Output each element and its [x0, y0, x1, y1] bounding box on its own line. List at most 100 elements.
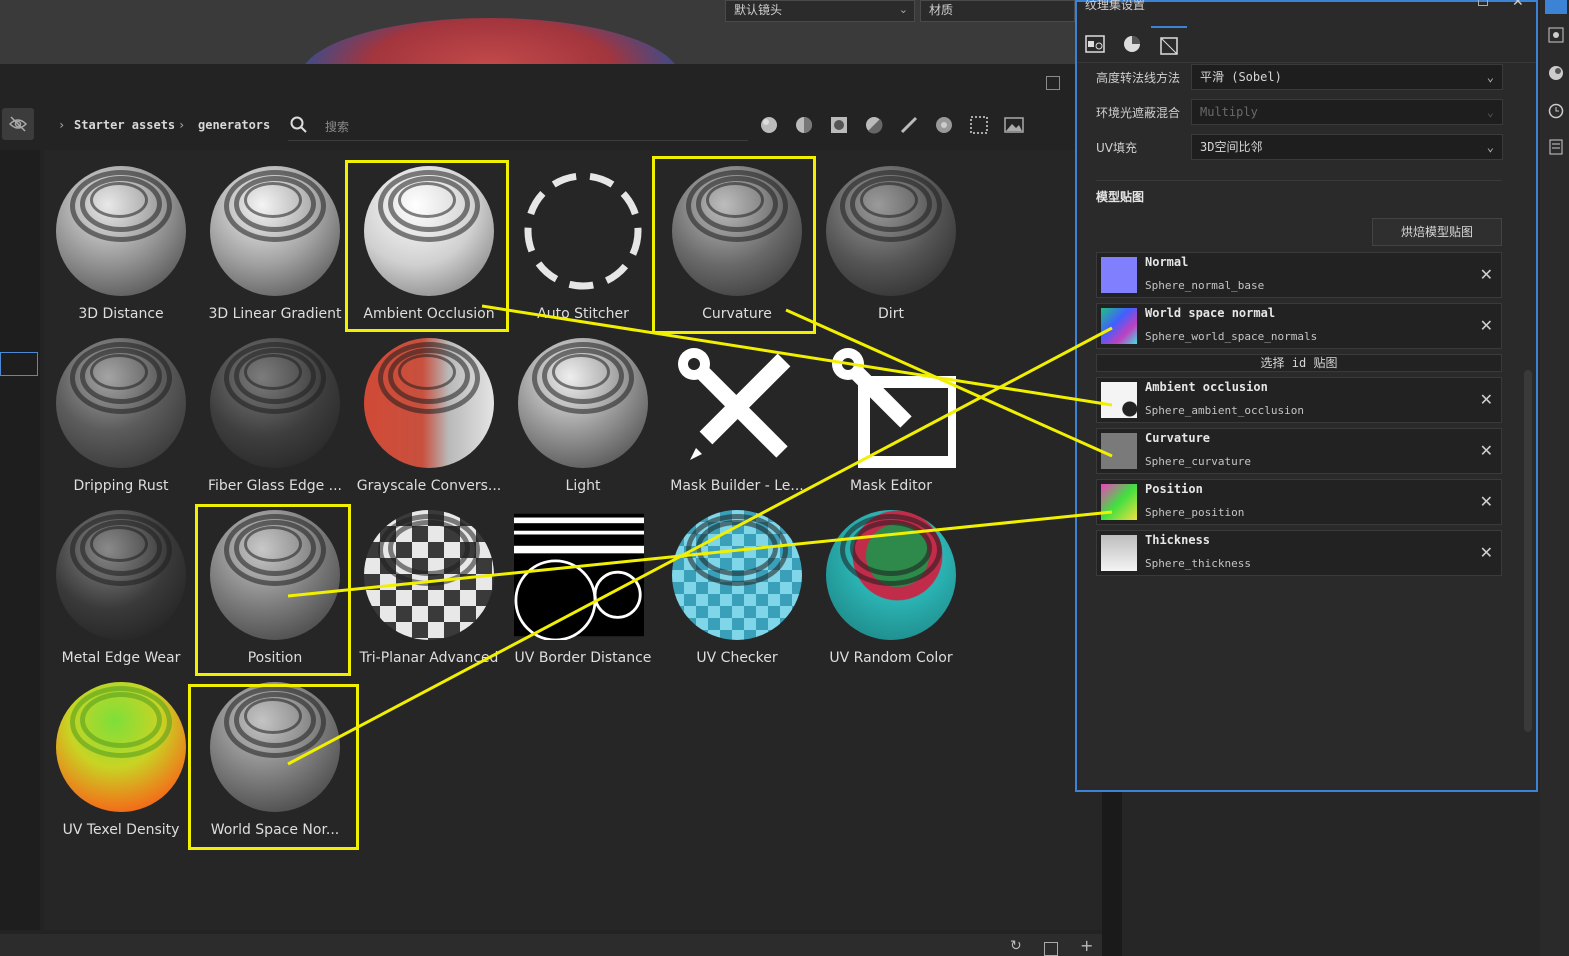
smart-mask-icon[interactable] [864, 115, 884, 135]
asset-thumbnail [56, 510, 186, 640]
asset-label: UV Random Color [829, 650, 953, 666]
mesh-map-slot-thickness[interactable]: Thickness Sphere_thickness ✕ [1096, 530, 1502, 576]
asset-tile-3d-linear-gradient[interactable]: 3D Linear Gradient [198, 152, 352, 324]
ao-blend-dropdown[interactable]: Multiply ⌄ [1191, 99, 1503, 125]
asset-thumbnail [826, 166, 956, 296]
map-name: Position [1145, 482, 1203, 496]
viewport-mesh-preview [300, 18, 680, 64]
dropdown-value: 平滑 (Sobel) [1200, 70, 1282, 84]
asset-thumbnail [210, 338, 340, 468]
chevron-down-icon: ⌄ [1486, 140, 1494, 154]
map-file: Sphere_thickness [1145, 557, 1251, 570]
asset-tile-metal-edge-wear[interactable]: Metal Edge Wear [44, 496, 198, 668]
asset-tile-dirt[interactable]: Dirt [814, 152, 968, 324]
map-file: Sphere_ambient_occlusion [1145, 404, 1304, 417]
asset-label: UV Texel Density [62, 822, 180, 838]
close-icon[interactable]: ✕ [1480, 316, 1493, 335]
search-underline [288, 140, 748, 141]
mesh-map-slot-position[interactable]: Position Sphere_position ✕ [1096, 479, 1502, 525]
uv-border-icon [514, 513, 644, 640]
mesh-map-slot-ambient-occlusion[interactable]: Ambient occlusion Sphere_ambient_occlusi… [1096, 377, 1502, 423]
add-icon[interactable]: + [1080, 936, 1093, 955]
map-swatch [1101, 535, 1137, 571]
material-dropdown[interactable]: 材质 [920, 0, 1075, 22]
asset-tile-light[interactable]: Light [506, 324, 660, 496]
ao-blend-label: 环境光遮蔽混合 [1096, 106, 1181, 120]
texture-set-tab-icon[interactable] [1077, 26, 1113, 62]
highlight-position [195, 504, 351, 676]
close-icon[interactable]: ✕ [1480, 543, 1493, 562]
map-swatch [1101, 308, 1137, 344]
asset-tile-fiber-glass-edge[interactable]: Fiber Glass Edge ... [198, 324, 352, 496]
brush-icon[interactable] [899, 115, 919, 135]
asset-tile-uv-texel-density[interactable]: UV Texel Density [44, 668, 198, 840]
wrench-pencil-icon [678, 348, 791, 460]
asset-thumbnail [56, 166, 186, 296]
mesh-map-slot-world-space-normal[interactable]: World space normal Sphere_world_space_no… [1096, 303, 1502, 349]
close-icon[interactable]: ✕ [1480, 390, 1493, 409]
asset-thumbnail [56, 338, 186, 468]
close-icon[interactable]: ✕ [1480, 492, 1493, 511]
map-name: Thickness [1145, 533, 1211, 547]
texture-set-dock-icon[interactable] [1545, 0, 1567, 14]
asset-tile-3d-distance[interactable]: 3D Distance [44, 152, 198, 324]
asset-tile-uv-checker[interactable]: UV Checker [660, 496, 814, 668]
settings-dock-icon[interactable] [1545, 24, 1567, 46]
log-dock-icon[interactable] [1545, 136, 1567, 158]
panel-layout-icon[interactable] [1046, 76, 1060, 90]
history-dock-icon[interactable] [1545, 100, 1567, 122]
display-dock-icon[interactable] [1545, 62, 1567, 84]
material-tab-icon[interactable] [1114, 26, 1150, 62]
texture-grid-icon[interactable] [969, 115, 989, 135]
select-id-map-slot[interactable]: 选择 id 贴图 [1096, 354, 1502, 372]
search-input[interactable]: 搜索 [325, 118, 349, 135]
asset-label: Light [565, 478, 601, 494]
left-rail-selection[interactable] [0, 352, 38, 376]
chevron-right-icon: › [58, 118, 66, 132]
asset-tile-mask-editor[interactable]: Mask Editor [814, 324, 968, 496]
close-icon[interactable]: ✕ [1480, 441, 1493, 460]
breadcrumb-generators[interactable]: generators [198, 118, 270, 132]
chevron-down-icon: ⌄ [1486, 105, 1494, 119]
maximize-icon[interactable] [1478, 0, 1488, 6]
camera-dropdown[interactable]: 默认镜头 ⌄ [725, 0, 915, 22]
environment-icon[interactable] [1004, 115, 1024, 135]
asset-tile-dripping-rust[interactable]: Dripping Rust [44, 324, 198, 496]
asset-tile-tri-planar[interactable]: Tri-Planar Advanced [352, 496, 506, 668]
close-icon[interactable]: ✕ [1480, 265, 1493, 284]
asset-tile-grayscale-conversion[interactable]: Grayscale Convers... [352, 324, 506, 496]
mesh-maps-tab-icon[interactable] [1151, 26, 1187, 64]
asset-thumbnail [826, 510, 956, 640]
sphere-filter-icon[interactable] [759, 115, 779, 135]
material-icon[interactable] [829, 115, 849, 135]
close-icon[interactable]: ✕ [1512, 0, 1524, 10]
asset-label: 3D Linear Gradient [208, 306, 342, 322]
chevron-down-icon: ⌄ [1486, 70, 1494, 84]
import-icon[interactable] [1044, 942, 1058, 956]
uv-padding-label: UV填充 [1096, 141, 1137, 155]
mesh-map-slot-curvature[interactable]: Curvature Sphere_curvature ✕ [1096, 428, 1502, 474]
asset-label: Fiber Glass Edge ... [207, 478, 343, 494]
breadcrumb-starter-assets[interactable]: Starter assets [74, 118, 175, 132]
chevron-down-icon: ⌄ [898, 3, 908, 16]
hide-toggle-button[interactable] [2, 108, 34, 140]
procedural-icon[interactable] [934, 115, 954, 135]
asset-tile-uv-border-distance[interactable]: UV Border Distance [506, 496, 660, 668]
smart-material-icon[interactable] [794, 115, 814, 135]
bake-mesh-maps-button[interactable]: 烘焙模型贴图 [1372, 218, 1502, 246]
camera-dropdown-label: 默认镜头 [734, 3, 783, 17]
chevron-right-icon: › [178, 118, 186, 132]
asset-label: UV Checker [696, 650, 778, 666]
search-icon[interactable] [290, 116, 308, 134]
asset-tile-auto-stitcher[interactable]: Auto Stitcher [506, 152, 660, 324]
height-normal-method-dropdown[interactable]: 平滑 (Sobel) ⌄ [1191, 64, 1503, 90]
panel-scrollbar[interactable] [1524, 370, 1532, 732]
viewport-strip[interactable]: 默认镜头 ⌄ 材质 [0, 0, 1075, 64]
refresh-icon[interactable]: ↻ [1010, 938, 1022, 954]
uv-padding-dropdown[interactable]: 3D空间比邻 ⌄ [1191, 134, 1503, 160]
asset-tile-mask-builder[interactable]: Mask Builder - Le... [660, 324, 814, 496]
asset-tile-uv-random-color[interactable]: UV Random Color [814, 496, 968, 668]
mesh-map-slot-normal[interactable]: Normal Sphere_normal_base ✕ [1096, 252, 1502, 298]
wrench-icon [832, 348, 956, 468]
asset-thumbnail [672, 510, 802, 640]
